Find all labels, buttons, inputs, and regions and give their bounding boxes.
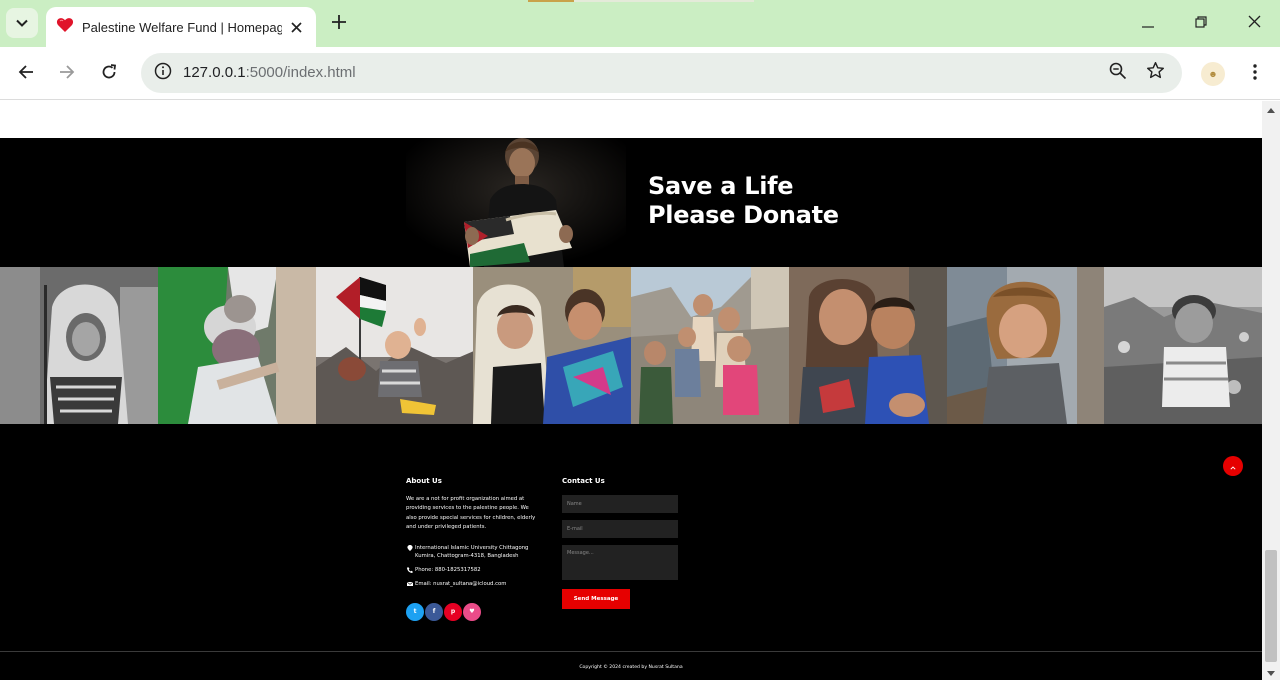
about-section: About Us We are a not for profit organiz… bbox=[406, 477, 536, 621]
close-icon bbox=[1248, 15, 1261, 33]
info-icon bbox=[154, 62, 172, 85]
message-field[interactable]: Message... bbox=[562, 545, 678, 580]
donate-banner: Save a Life Please Donate bbox=[0, 138, 1262, 267]
address-bar[interactable]: 127.0.0.1:5000/index.html bbox=[141, 53, 1182, 93]
gallery-image bbox=[157, 267, 316, 424]
arrow-right-icon bbox=[59, 64, 75, 85]
photo-gallery bbox=[0, 267, 1262, 424]
zoom-out-icon bbox=[1109, 62, 1127, 85]
scroll-to-top-button[interactable] bbox=[1223, 456, 1243, 476]
scroll-up-arrow[interactable] bbox=[1262, 101, 1280, 117]
map-pin-icon bbox=[407, 544, 413, 551]
phone-text: Phone: 880-1825317582 bbox=[415, 566, 481, 573]
gallery-image bbox=[473, 267, 631, 424]
site-info-button[interactable] bbox=[149, 59, 177, 87]
close-window-button[interactable] bbox=[1239, 9, 1269, 39]
copyright-text: Copyright © 2024 created by Nusrat Sulta… bbox=[579, 665, 683, 670]
scrollbar-thumb[interactable] bbox=[1265, 550, 1277, 662]
profile-avatar[interactable]: ☻ bbox=[1201, 62, 1225, 86]
scroll-down-arrow[interactable] bbox=[1262, 664, 1280, 680]
pinterest-icon: p bbox=[450, 608, 456, 616]
restore-icon bbox=[1195, 15, 1207, 33]
hero-heading-line2: Please Donate bbox=[648, 201, 839, 229]
gallery-image bbox=[788, 267, 947, 424]
plus-icon bbox=[332, 14, 346, 34]
browser-tab-bar: Palestine Welfare Fund | Homepage bbox=[0, 0, 1280, 47]
triangle-up-icon bbox=[1267, 100, 1275, 118]
address-text: International Islamic University Chittag… bbox=[415, 544, 529, 559]
reload-icon bbox=[101, 63, 117, 85]
active-tab[interactable]: Palestine Welfare Fund | Homepage bbox=[46, 7, 316, 47]
gallery-image bbox=[631, 267, 789, 424]
page-top-section bbox=[0, 101, 1262, 138]
page-viewport: Save a Life Please Donate About Us We ar… bbox=[0, 101, 1262, 680]
gallery-image bbox=[1104, 267, 1262, 424]
gallery-image bbox=[0, 267, 158, 424]
bookmark-button[interactable] bbox=[1143, 61, 1167, 85]
forward-button[interactable] bbox=[52, 59, 82, 89]
heart-icon: ♥ bbox=[469, 608, 475, 616]
pinterest-button[interactable]: p bbox=[444, 602, 462, 621]
name-field[interactable]: Name bbox=[562, 495, 678, 513]
send-message-button[interactable]: Send Message bbox=[562, 589, 630, 609]
phone-line: Phone: 880-1825317582 bbox=[406, 566, 536, 574]
twitter-button[interactable]: t bbox=[406, 602, 424, 621]
gallery-image bbox=[315, 267, 474, 424]
star-icon bbox=[1146, 61, 1165, 85]
email-field[interactable]: E-mail bbox=[562, 520, 678, 538]
restore-button[interactable] bbox=[1186, 9, 1216, 39]
url-text[interactable]: 127.0.0.1:5000/index.html bbox=[183, 64, 356, 81]
copyright-bar: Copyright © 2024 created by Nusrat Sulta… bbox=[0, 651, 1262, 680]
browser-menu-button[interactable] bbox=[1242, 59, 1268, 89]
avatar-face-icon: ☻ bbox=[1208, 69, 1218, 79]
back-button[interactable] bbox=[11, 59, 41, 89]
contact-heading: Contact Us bbox=[562, 477, 605, 485]
address-line: International Islamic University Chittag… bbox=[406, 544, 536, 560]
minimize-icon bbox=[1142, 15, 1154, 33]
minimize-button[interactable] bbox=[1133, 9, 1163, 39]
about-description: We are a not for profit organization aim… bbox=[406, 496, 536, 531]
twitter-icon: t bbox=[413, 608, 417, 616]
triangle-down-icon bbox=[1267, 663, 1275, 681]
envelope-icon bbox=[406, 581, 414, 587]
gallery-image bbox=[946, 267, 1105, 424]
arrow-left-icon bbox=[18, 64, 34, 85]
more-vertical-icon bbox=[1253, 63, 1257, 85]
footer: About Us We are a not for profit organiz… bbox=[0, 424, 1262, 651]
page-scrollbar[interactable] bbox=[1262, 101, 1280, 680]
dribbble-button[interactable]: ♥ bbox=[463, 602, 481, 621]
chevron-down-icon bbox=[16, 14, 28, 32]
boy-with-flag-image bbox=[406, 138, 626, 267]
phone-icon bbox=[407, 566, 413, 573]
email-text: Email: nusrat_sultana@icloud.com bbox=[415, 580, 507, 587]
tab-loading-indicator bbox=[528, 0, 754, 2]
facebook-icon: f bbox=[432, 608, 436, 616]
facebook-button[interactable]: f bbox=[425, 602, 443, 621]
reload-button[interactable] bbox=[94, 59, 124, 89]
tab-search-button[interactable] bbox=[6, 8, 38, 38]
tab-title: Palestine Welfare Fund | Homepage bbox=[82, 19, 282, 35]
social-links: t f p ♥ bbox=[406, 602, 536, 621]
hero-heading: Save a Life Please Donate bbox=[648, 172, 839, 230]
contact-section: Contact Us Name E-mail Message... Send M… bbox=[562, 477, 682, 609]
url-host: 127.0.0.1 bbox=[183, 64, 246, 81]
zoom-button[interactable] bbox=[1106, 61, 1130, 85]
about-heading: About Us bbox=[406, 477, 442, 485]
hero-heading-line1: Save a Life bbox=[648, 172, 794, 200]
url-path: :5000/index.html bbox=[245, 64, 356, 81]
new-tab-button[interactable] bbox=[326, 12, 352, 36]
chevron-up-icon bbox=[1230, 457, 1236, 475]
browser-toolbar: 127.0.0.1:5000/index.html ☻ bbox=[0, 47, 1280, 100]
heart-favicon-icon bbox=[56, 16, 74, 39]
email-line: Email: nusrat_sultana@icloud.com bbox=[406, 580, 536, 588]
close-tab-icon[interactable] bbox=[286, 17, 306, 37]
